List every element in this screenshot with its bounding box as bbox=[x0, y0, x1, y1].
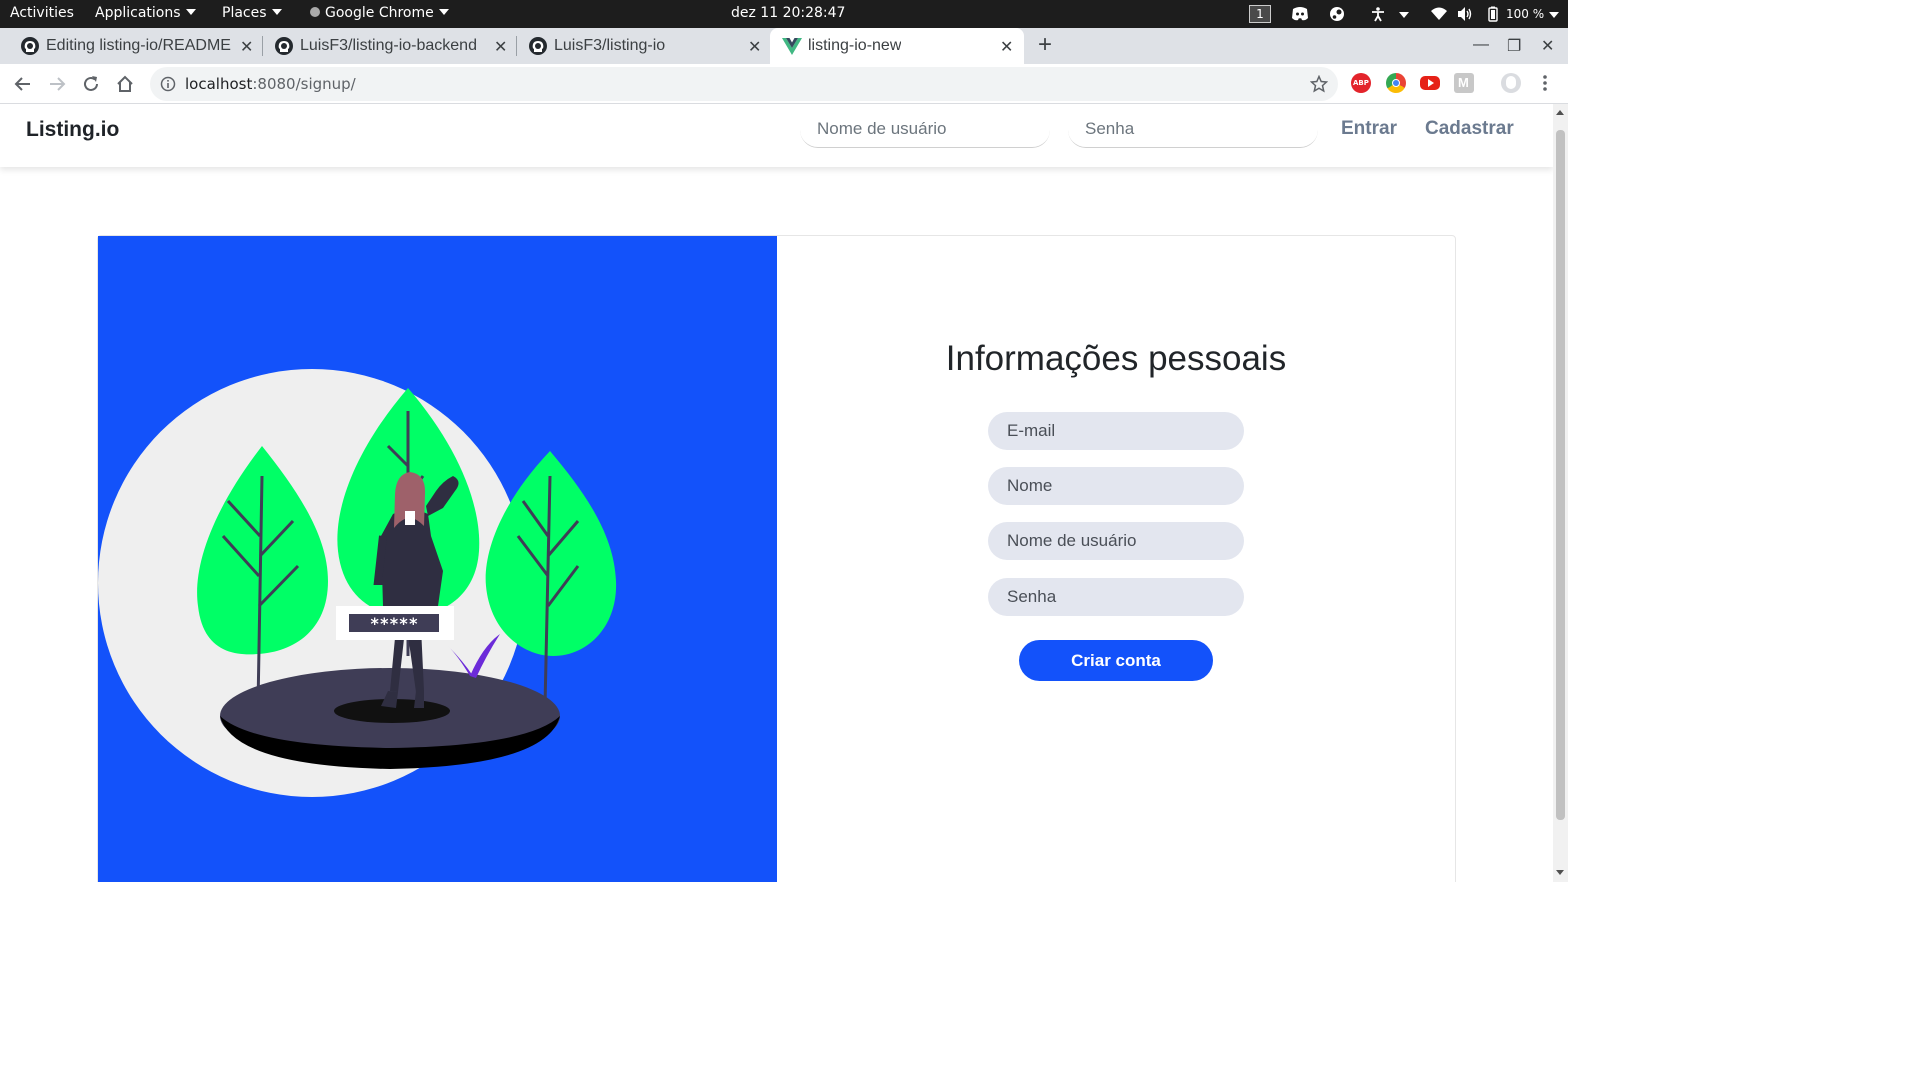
restore-icon[interactable]: ❐ bbox=[1507, 36, 1521, 56]
hero-illustration-panel: ***** bbox=[98, 236, 777, 882]
brand-logo[interactable]: Listing.io bbox=[26, 118, 119, 142]
profile-avatar-icon[interactable] bbox=[1501, 73, 1521, 93]
wifi-icon[interactable] bbox=[1431, 6, 1447, 22]
reload-icon[interactable] bbox=[80, 73, 102, 95]
adblock-icon[interactable]: ABP bbox=[1351, 73, 1371, 93]
system-top-bar: Activities Applications Places Google Ch… bbox=[0, 0, 1568, 28]
name-field[interactable] bbox=[988, 467, 1244, 505]
login-username-input[interactable] bbox=[800, 110, 1050, 148]
info-icon[interactable] bbox=[160, 76, 176, 92]
url-path: :8080/signup/ bbox=[252, 75, 356, 93]
tab-readme[interactable]: Editing listing-io/README ✕ bbox=[0, 28, 262, 64]
places-label: Places bbox=[222, 5, 267, 21]
new-tab-button[interactable]: + bbox=[1038, 33, 1052, 57]
login-link[interactable]: Entrar bbox=[1341, 118, 1397, 140]
chrome-extension-icon[interactable] bbox=[1386, 73, 1406, 93]
tab-label: Editing listing-io/README bbox=[46, 37, 231, 54]
close-window-icon[interactable]: ✕ bbox=[1541, 36, 1554, 56]
site-navbar: Listing.io Entrar Cadastrar bbox=[0, 104, 1553, 167]
page-viewport: Listing.io Entrar Cadastrar bbox=[0, 104, 1553, 882]
battery-percent: 100 % bbox=[1506, 7, 1545, 21]
chevron-down-icon bbox=[1399, 12, 1409, 18]
minimize-icon[interactable]: — bbox=[1473, 36, 1489, 54]
scroll-down-icon[interactable] bbox=[1556, 870, 1564, 875]
vue-icon bbox=[782, 38, 802, 55]
close-icon[interactable]: ✕ bbox=[1000, 37, 1013, 57]
url-text: localhost:8080/signup/ bbox=[185, 75, 356, 93]
form-title: Informações pessoais bbox=[945, 339, 1287, 378]
app-menu-label: Google Chrome bbox=[325, 5, 434, 21]
clock[interactable]: dez 11 20:28:47 bbox=[731, 5, 845, 21]
password-mask: ***** bbox=[370, 614, 418, 633]
close-icon[interactable]: ✕ bbox=[748, 37, 761, 57]
tab-backend[interactable]: LuisF3/listing-io-backend ✕ bbox=[254, 28, 516, 64]
app-menu[interactable]: Google Chrome bbox=[310, 5, 449, 21]
login-password-input[interactable] bbox=[1068, 110, 1318, 148]
star-icon[interactable] bbox=[1310, 75, 1328, 93]
places-menu[interactable]: Places bbox=[222, 5, 282, 21]
tab-listing-io[interactable]: LuisF3/listing-io ✕ bbox=[508, 28, 770, 64]
m-extension-icon[interactable]: M bbox=[1454, 73, 1474, 93]
url-host: localhost bbox=[185, 75, 253, 93]
chrome-small-icon bbox=[310, 7, 320, 17]
discord-icon[interactable] bbox=[1291, 6, 1309, 22]
github-icon bbox=[21, 37, 39, 55]
tab-strip: Editing listing-io/README ✕ LuisF3/listi… bbox=[0, 28, 1568, 64]
scroll-up-icon[interactable] bbox=[1556, 110, 1564, 115]
activities-button[interactable]: Activities bbox=[10, 5, 74, 21]
address-bar[interactable]: localhost:8080/signup/ bbox=[150, 67, 1338, 101]
chevron-down-icon bbox=[271, 9, 282, 15]
back-icon[interactable] bbox=[12, 73, 34, 95]
tab-label: LuisF3/listing-io-backend bbox=[300, 37, 477, 54]
page-scrollbar[interactable] bbox=[1553, 104, 1568, 882]
battery-icon[interactable] bbox=[1486, 6, 1500, 22]
password-field[interactable] bbox=[988, 578, 1244, 616]
tab-listing-io-new[interactable]: listing-io-new ✕ bbox=[770, 28, 1024, 64]
tab-label: LuisF3/listing-io bbox=[554, 37, 666, 54]
close-icon[interactable]: ✕ bbox=[494, 37, 507, 57]
github-icon bbox=[529, 37, 547, 55]
chevron-down-icon bbox=[185, 9, 196, 15]
accessibility-icon[interactable] bbox=[1370, 6, 1386, 22]
email-field[interactable] bbox=[988, 412, 1244, 450]
signup-link[interactable]: Cadastrar bbox=[1425, 118, 1514, 140]
chevron-down-icon bbox=[438, 9, 449, 15]
person-collar bbox=[405, 511, 415, 525]
steam-icon[interactable] bbox=[1329, 6, 1345, 22]
create-account-button[interactable]: Criar conta bbox=[1019, 640, 1213, 681]
workspace-indicator[interactable]: 1 bbox=[1249, 5, 1271, 23]
scrollbar-thumb[interactable] bbox=[1556, 130, 1565, 820]
menu-dots-icon[interactable] bbox=[1537, 73, 1553, 93]
youtube-extension-icon[interactable] bbox=[1420, 76, 1440, 90]
forward-icon[interactable] bbox=[46, 73, 68, 95]
chevron-down-icon bbox=[1549, 12, 1559, 18]
volume-icon[interactable] bbox=[1457, 6, 1473, 22]
username-field[interactable] bbox=[988, 522, 1244, 560]
tab-label: listing-io-new bbox=[808, 37, 902, 54]
applications-menu[interactable]: Applications bbox=[95, 5, 196, 21]
security-illustration: ***** bbox=[98, 369, 617, 797]
browser-toolbar: localhost:8080/signup/ bbox=[0, 64, 1568, 104]
home-icon[interactable] bbox=[114, 73, 136, 95]
applications-label: Applications bbox=[95, 5, 181, 21]
github-icon bbox=[275, 37, 293, 55]
close-icon[interactable]: ✕ bbox=[240, 37, 253, 57]
